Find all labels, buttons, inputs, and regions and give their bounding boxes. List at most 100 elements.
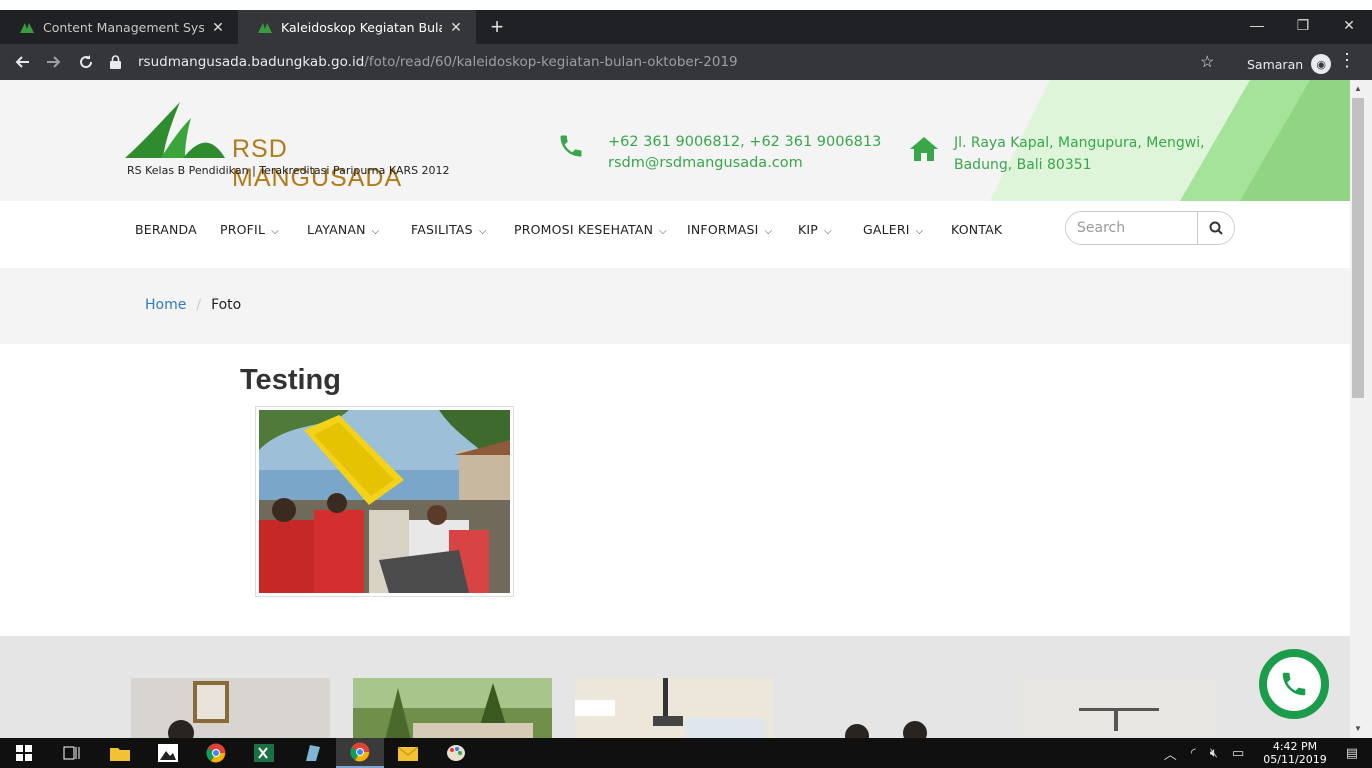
gallery-thumbnail[interactable] [131, 678, 330, 738]
breadcrumb-separator: / [196, 297, 202, 313]
wifi-icon[interactable]: ◜ [1191, 746, 1196, 761]
chevron-down-icon: ⌵ [915, 226, 924, 237]
scroll-down-icon[interactable]: ▼ [1354, 724, 1362, 733]
url-path: /foto/read/60/kaleidoskop-kegiatan-bulan… [364, 54, 738, 70]
nav-label: KONTAK [951, 222, 1003, 237]
scroll-up-icon[interactable]: ▲ [1354, 84, 1362, 93]
email-link[interactable]: rsdm@rsdmangusada.com [608, 153, 881, 174]
clock-date: 05/11/2019 [1263, 753, 1327, 766]
minimize-button[interactable]: — [1234, 10, 1280, 40]
search-button[interactable] [1197, 212, 1234, 244]
forward-button[interactable] [38, 46, 70, 78]
nav-item-layanan[interactable]: LAYANAN ⌵ [307, 222, 379, 237]
breadcrumb-current: Foto [211, 297, 242, 313]
close-window-button[interactable]: ✕ [1326, 10, 1372, 40]
site-logo[interactable]: RSD MANGUSADA RS Kelas B Pendidikan | Te… [125, 102, 455, 192]
breadcrumb-home-link[interactable]: Home [145, 297, 186, 313]
chevron-down-icon: ⌵ [824, 226, 832, 237]
page-title: Testing [240, 364, 341, 396]
profile-name: Samaran [1247, 56, 1304, 72]
contact-info: +62 361 9006812, +62 361 9006813 rsdm@rs… [608, 132, 881, 174]
search-box [1065, 211, 1235, 245]
chevron-down-icon: ⌵ [764, 226, 773, 237]
paint-icon[interactable] [432, 738, 480, 768]
windows-start-icon[interactable] [0, 738, 48, 768]
main-navbar: BERANDA PROFIL ⌵ LAYANAN ⌵ FASILITAS ⌵ PROM… [0, 201, 1350, 268]
photo-thumbnail[interactable] [255, 406, 514, 597]
gallery-thumbnail[interactable] [353, 678, 552, 738]
chevron-down-icon: ⌵ [271, 226, 279, 237]
whatsapp-call-button[interactable] [1259, 649, 1329, 719]
new-tab-button[interactable]: + [482, 10, 512, 44]
url-field[interactable]: rsudmangusada.badungkab.go.id/foto/read/… [110, 48, 1230, 76]
bookmark-star-icon[interactable]: ☆ [1200, 52, 1214, 72]
nav-item-profil[interactable]: PROFIL ⌵ [220, 222, 279, 237]
battery-icon[interactable]: ▭ [1232, 746, 1244, 761]
reload-button[interactable] [70, 46, 102, 78]
chevron-down-icon: ⌵ [371, 226, 380, 237]
search-icon [1209, 221, 1223, 235]
gallery-thumbnail[interactable] [1019, 678, 1218, 738]
excel-icon[interactable] [240, 738, 288, 768]
lock-icon [110, 55, 126, 69]
close-tab-icon[interactable]: ✕ [448, 19, 464, 36]
photo-image [259, 410, 510, 593]
nav-item-galeri[interactable]: GALERI ⌵ [863, 222, 923, 237]
browser-menu-icon[interactable]: ⋮ [1338, 50, 1356, 71]
nav-label: GALERI [863, 222, 910, 237]
chrome-icon[interactable] [192, 738, 240, 768]
nav-item-informasi[interactable]: INFORMASI ⌵ [687, 222, 772, 237]
address-text: Jl. Raya Kapal, Mangupura, Mengwi, Badun… [954, 132, 1205, 176]
notepad-icon[interactable] [288, 738, 336, 768]
nav-item-kip[interactable]: KIP ⌵ [798, 222, 832, 237]
back-button[interactable] [6, 46, 38, 78]
taskbar-clock[interactable]: 4:42 PM 05/11/2019 [1263, 740, 1326, 766]
volume-muted-icon[interactable]: 🔇︎ [1210, 746, 1218, 761]
nav-item-beranda[interactable]: BERANDA [135, 222, 197, 237]
address-line-2: Badung, Bali 80351 [954, 157, 1092, 173]
site-header: RSD MANGUSADA RS Kelas B Pendidikan | Te… [0, 80, 1350, 201]
file-explorer-icon[interactable] [96, 738, 144, 768]
gallery-band [0, 636, 1350, 738]
chevron-down-icon: ⌵ [659, 226, 667, 237]
tab-kaleidoskop[interactable]: Kaleidoskop Kegiatan Bulan Oktob ✕ [238, 10, 476, 44]
gallery-thumbnail[interactable] [797, 678, 996, 738]
tray-chevron-up-icon[interactable]: ︿ [1164, 744, 1177, 763]
search-input[interactable] [1066, 212, 1197, 244]
nav-label: LAYANAN [307, 222, 366, 237]
nav-label: PROMOSI KESEHATAN [514, 222, 654, 237]
tab-content-management[interactable]: Content Management System ✕ [0, 10, 238, 44]
breadcrumb-band: Home / Foto [0, 268, 1350, 344]
clock-time: 4:42 PM [1272, 740, 1318, 753]
address-line-1: Jl. Raya Kapal, Mangupura, Mengwi, [954, 135, 1205, 151]
nav-label: PROFIL [220, 222, 266, 237]
window-top-strip [0, 0, 1372, 10]
chrome-active-icon[interactable] [336, 738, 384, 768]
gallery-thumbnail[interactable] [575, 678, 774, 738]
phone-icon [1267, 657, 1321, 711]
profile-button[interactable]: Samaran ◉ [1247, 54, 1332, 74]
nav-item-fasilitas[interactable]: FASILITAS ⌵ [411, 222, 487, 237]
tab-bar: Content Management System ✕ Kaleidoskop … [0, 10, 1372, 44]
logo-mark-icon [125, 102, 225, 158]
phone-numbers: +62 361 9006812, +62 361 9006813 [608, 134, 882, 150]
chevron-down-icon: ⌵ [478, 226, 487, 237]
nav-item-kontak[interactable]: KONTAK [951, 222, 1002, 237]
page-scrollbar[interactable]: ▲ ▼ [1350, 80, 1372, 738]
photos-icon[interactable] [144, 738, 192, 768]
phone-icon [557, 132, 585, 165]
system-tray: ︿ ◜ 🔇︎ ▭ 4:42 PM 05/11/2019 ▤ [1157, 738, 1372, 768]
scrollbar-thumb[interactable] [1352, 98, 1364, 398]
task-view-icon[interactable] [48, 738, 96, 768]
nav-label: FASILITAS [411, 222, 473, 237]
close-tab-icon[interactable]: ✕ [210, 19, 226, 36]
mail-icon[interactable] [384, 738, 432, 768]
nav-item-promosi-kesehatan[interactable]: PROMOSI KESEHATAN ⌵ [514, 222, 667, 237]
site-favicon-icon [20, 20, 34, 34]
breadcrumb: Home / Foto [145, 297, 241, 313]
nav-label: KIP [798, 222, 819, 237]
restore-button[interactable]: ❐ [1280, 10, 1326, 40]
reload-icon [80, 55, 93, 69]
notifications-icon[interactable]: ▤ [1346, 746, 1358, 761]
url-host: rsudmangusada.badungkab.go.id [138, 54, 365, 70]
